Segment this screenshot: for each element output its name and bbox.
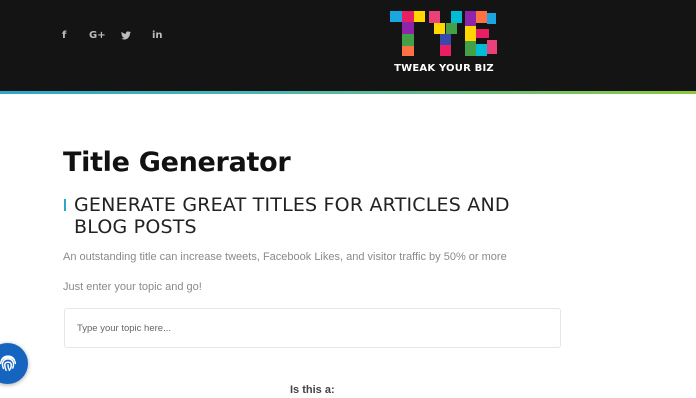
- linkedin-link[interactable]: in: [152, 30, 163, 42]
- logo-block: [440, 45, 451, 56]
- logo-block: [414, 11, 425, 22]
- logo-block: [440, 34, 451, 45]
- twitter-link[interactable]: [121, 31, 131, 40]
- tyb-logo-icon: [390, 11, 497, 56]
- logo-block: [476, 29, 489, 38]
- google-plus-link[interactable]: G+: [89, 30, 106, 42]
- logo-block: [402, 46, 414, 56]
- linkedin-icon: in: [152, 30, 163, 41]
- topic-input[interactable]: [64, 308, 561, 348]
- logo-block: [476, 44, 487, 56]
- facebook-icon: f: [62, 30, 67, 41]
- description-text: An outstanding title can increase tweets…: [63, 251, 507, 263]
- instruction-text: Just enter your topic and go!: [63, 281, 202, 293]
- logo-block: [402, 34, 414, 46]
- twitter-icon: [121, 31, 131, 40]
- content-type-question: Is this a:: [290, 384, 335, 396]
- page-title: Title Generator: [63, 147, 291, 178]
- fingerprint-icon: [0, 355, 17, 372]
- logo-block: [390, 11, 402, 22]
- logo-block: [402, 22, 414, 34]
- subtitle-accent-bar: [64, 199, 66, 211]
- site-logo[interactable]: TWEAK YOUR BIZ: [390, 10, 498, 80]
- logo-block: [446, 23, 457, 34]
- logo-block: [465, 26, 476, 41]
- logo-block: [465, 11, 476, 26]
- logo-block: [402, 11, 414, 22]
- logo-block: [451, 11, 462, 23]
- logo-block: [429, 11, 440, 23]
- logo-block: [487, 40, 497, 54]
- logo-text: TWEAK YOUR BIZ: [394, 63, 494, 74]
- site-header: f G+ in TWEAK YOUR BIZ: [0, 0, 696, 91]
- logo-block: [465, 41, 476, 56]
- logo-block: [476, 11, 487, 23]
- page-subtitle: GENERATE GREAT TITLES FOR ARTICLES AND B…: [74, 194, 510, 238]
- logo-block: [434, 23, 445, 34]
- facebook-link[interactable]: f: [62, 30, 66, 42]
- header-accent-line: [0, 91, 696, 94]
- fingerprint-button[interactable]: [0, 343, 28, 384]
- logo-block: [487, 13, 496, 24]
- google-plus-icon: G+: [89, 30, 106, 41]
